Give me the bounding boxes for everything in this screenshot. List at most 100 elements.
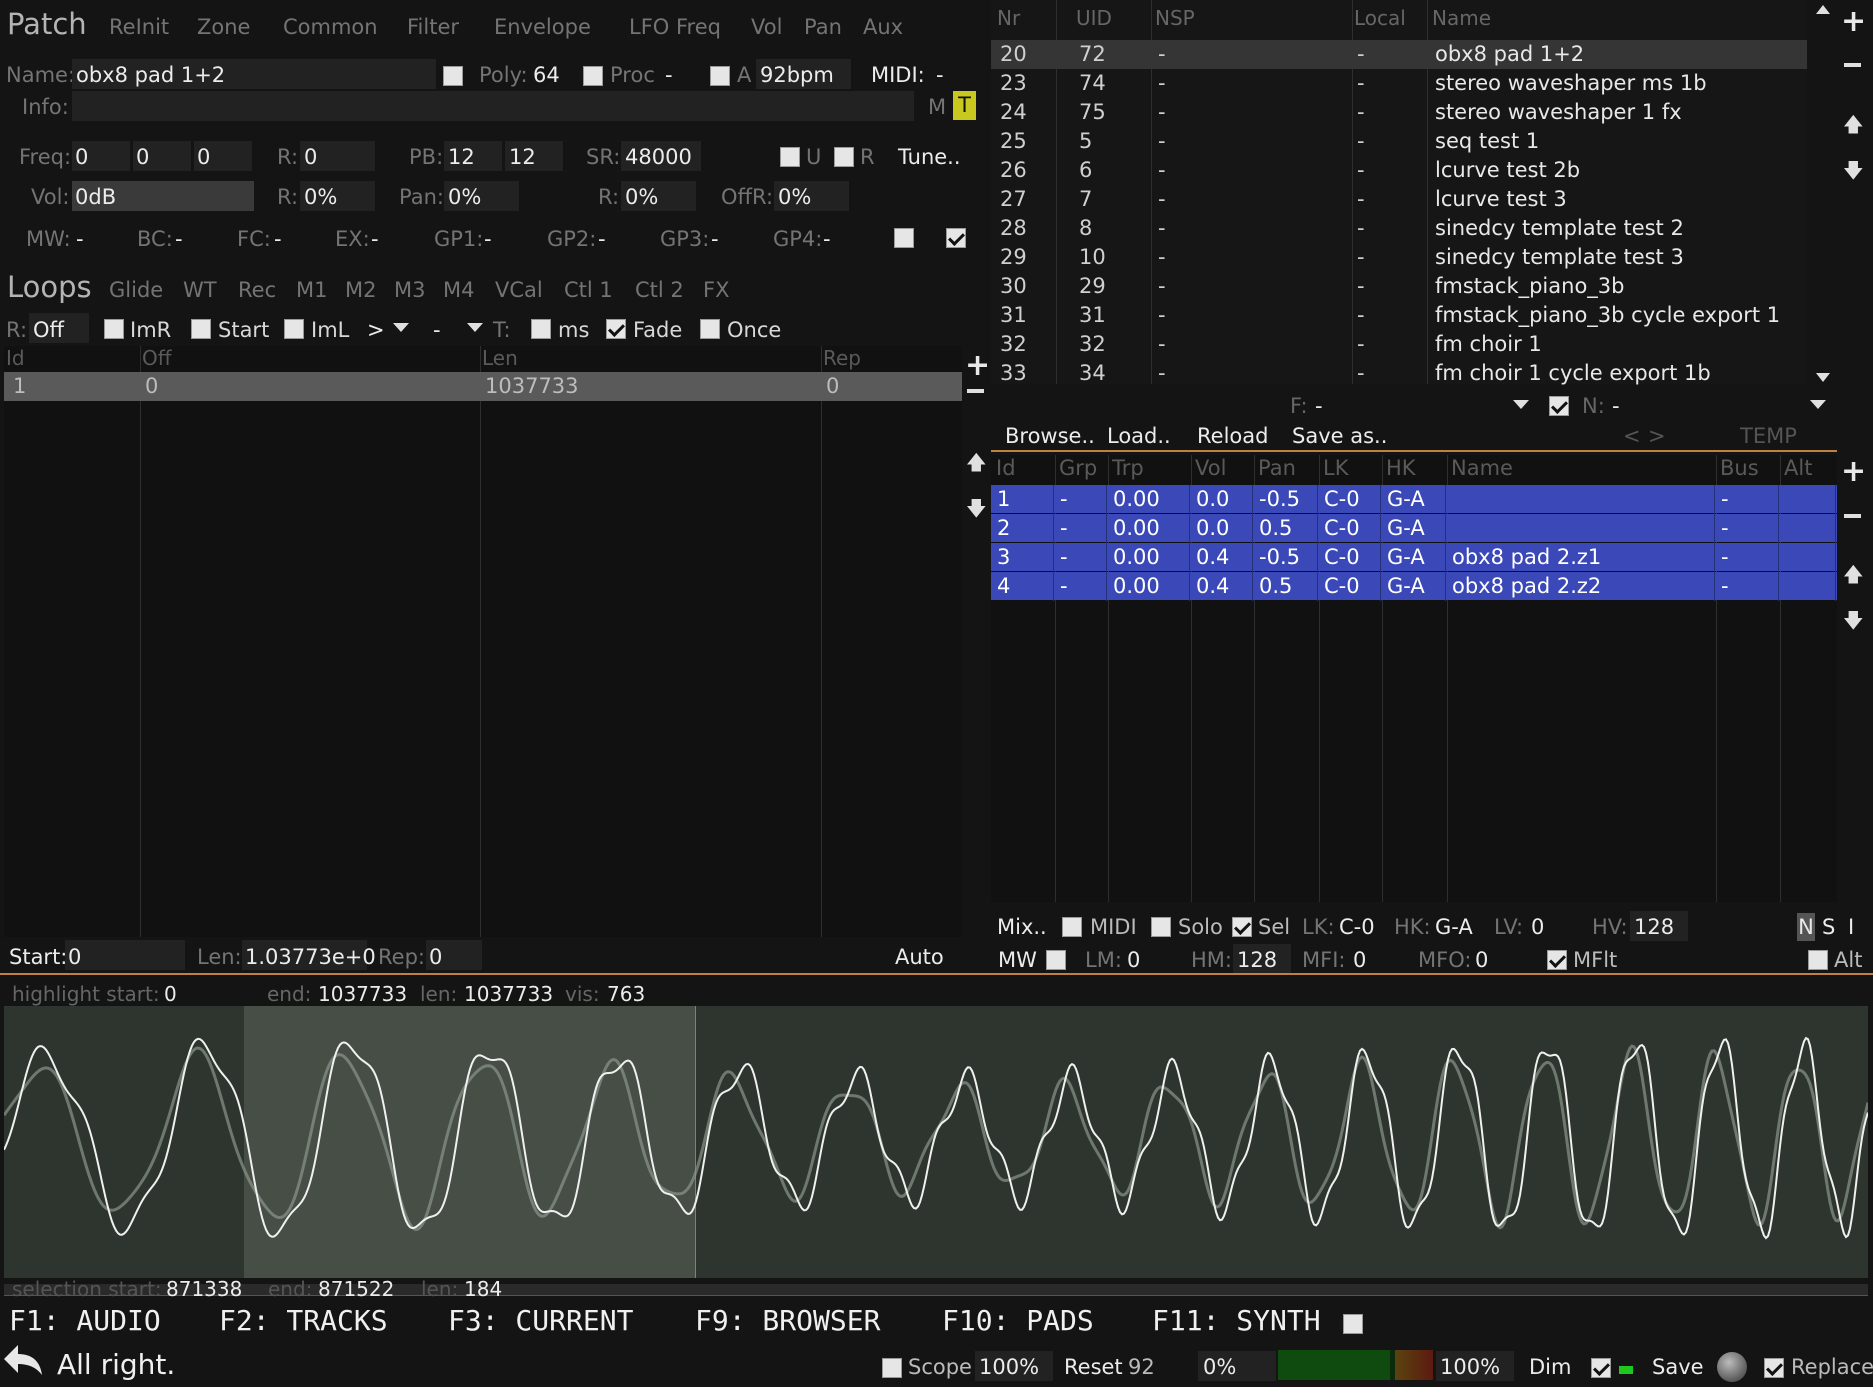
freq-r-field[interactable]: 0 (304, 145, 317, 169)
zone-down-icon[interactable]: 🡇 (1843, 606, 1864, 640)
n-toggle[interactable]: N (1797, 913, 1815, 941)
freq-field-3[interactable]: 0 (197, 145, 210, 169)
table-row[interactable]: 1-0.00 0.0 -0.5 C-0 G-A - (991, 485, 1837, 514)
browser-scroll-down-icon[interactable] (1816, 373, 1830, 382)
browser-add-icon[interactable]: + (1841, 4, 1866, 39)
bpm-field[interactable]: 92bpm (760, 63, 834, 87)
once-checkbox[interactable] (700, 319, 720, 339)
hk-value[interactable]: G-A (1435, 915, 1473, 939)
direction-value[interactable]: > (367, 318, 385, 342)
list-item[interactable]: 20 72 - - obx8 pad 1+2 (991, 40, 1807, 69)
pb-field-2[interactable]: 12 (509, 145, 536, 169)
start-checkbox[interactable] (191, 319, 211, 339)
tab-m2[interactable]: M2 (345, 278, 376, 302)
solo-checkbox[interactable] (1151, 917, 1171, 937)
next-button[interactable]: > (1648, 424, 1666, 448)
tab-zone[interactable]: Zone (197, 15, 250, 39)
iml-checkbox[interactable] (284, 319, 304, 339)
mw-checkbox[interactable] (1046, 950, 1066, 970)
list-item[interactable]: 25 5 - - seq test 1 (991, 127, 1807, 156)
poly-value[interactable]: 64 (533, 63, 560, 87)
highlight-len-value[interactable]: 1037733 (464, 982, 553, 1006)
imr-checkbox[interactable] (104, 319, 124, 339)
tab-aux[interactable]: Aux (863, 15, 903, 39)
browser-remove-icon[interactable] (1844, 63, 1861, 67)
s-toggle[interactable]: S (1822, 915, 1835, 939)
meter-pct-value[interactable]: 100% (1440, 1355, 1500, 1379)
tune-button[interactable]: Tune.. (898, 145, 961, 169)
gp1-mod-value[interactable]: - (484, 227, 492, 251)
mode-value[interactable]: - (433, 318, 441, 342)
ex-mod-value[interactable]: - (371, 227, 379, 251)
t-toggle[interactable]: T (953, 91, 976, 120)
pan-r-field[interactable]: 0% (625, 185, 658, 209)
f2-tracks-button[interactable]: F2: TRACKS (219, 1304, 388, 1337)
list-item[interactable]: 23 74 - - stereo waveshaper ms 1b (991, 69, 1807, 98)
load-button[interactable]: Load.. (1107, 424, 1171, 448)
highlight-end-value[interactable]: 1037733 (318, 982, 407, 1006)
browse-button[interactable]: Browse.. (1005, 424, 1095, 448)
auto-button[interactable]: Auto (895, 945, 944, 969)
gp3-mod-value[interactable]: - (711, 227, 719, 251)
scope-value[interactable]: 100% (979, 1355, 1039, 1379)
hm-value[interactable]: 128 (1237, 948, 1277, 972)
mfi-value[interactable]: 0 (1353, 948, 1366, 972)
list-item[interactable]: 29 10 - - sinedcy template test 3 (991, 243, 1807, 272)
table-row[interactable]: 4-0.00 0.4 0.5 C-0 G-A obx8 pad 2.z2- (991, 572, 1837, 601)
fc-mod-value[interactable]: - (274, 227, 282, 251)
browser-up-icon[interactable]: 🡅 (1843, 110, 1864, 144)
tab-glide[interactable]: Glide (109, 278, 163, 302)
f10-pads-button[interactable]: F10: PADS (942, 1304, 1094, 1337)
mode-dropdown-icon[interactable] (467, 323, 483, 332)
ms-checkbox[interactable] (531, 319, 551, 339)
name-checkbox[interactable] (443, 66, 463, 86)
midi-value[interactable]: - (936, 63, 944, 87)
tab-pan[interactable]: Pan (804, 15, 842, 39)
save-button[interactable]: Save (1652, 1355, 1704, 1379)
zone-up-icon[interactable]: 🡅 (1843, 560, 1864, 594)
f9-browser-button[interactable]: F9: BROWSER (695, 1304, 880, 1337)
zone-add-icon[interactable]: + (1841, 454, 1866, 489)
browser-down-icon[interactable]: 🡇 (1843, 156, 1864, 190)
mod-checkbox-2[interactable] (946, 228, 966, 248)
tab-lfo-freq[interactable]: LFO Freq (629, 15, 721, 39)
tab-wt[interactable]: WT (183, 278, 217, 302)
selection-end-value[interactable]: 871522 (318, 1277, 394, 1301)
save-as-button[interactable]: Save as.. (1292, 424, 1387, 448)
name-field[interactable]: obx8 pad 1+2 (76, 63, 225, 87)
zone-remove-icon[interactable] (1844, 514, 1861, 518)
loop-len-field[interactable]: 1.03773e+0 (245, 945, 376, 969)
loop-rep-field[interactable]: 0 (429, 945, 442, 969)
move-loop-up-icon[interactable]: 🡅 (966, 448, 987, 482)
table-row[interactable]: 3-0.00 0.4 -0.5 C-0 G-A obx8 pad 2.z1- (991, 543, 1837, 572)
n-value[interactable]: - (1612, 394, 1620, 418)
direction-dropdown-icon[interactable] (393, 323, 409, 332)
pct-value[interactable]: 0% (1203, 1355, 1236, 1379)
table-row[interactable]: 1 0 1037733 0 (4, 372, 962, 401)
a-checkbox[interactable] (710, 66, 730, 86)
tab-filter[interactable]: Filter (407, 15, 459, 39)
list-item[interactable]: 32 32 - - fm choir 1 (991, 330, 1807, 359)
mflt-checkbox[interactable] (1547, 950, 1567, 970)
proc-value[interactable]: - (665, 63, 673, 87)
tab-m4[interactable]: M4 (443, 278, 474, 302)
dim-button[interactable]: Dim (1529, 1355, 1571, 1379)
add-loop-icon[interactable]: + (965, 348, 990, 383)
tab-rec[interactable]: Rec (238, 278, 276, 302)
list-item[interactable]: 27 7 - - lcurve test 3 (991, 185, 1807, 214)
n-dropdown-icon[interactable] (1810, 400, 1826, 409)
mw-mod-value[interactable]: - (76, 227, 84, 251)
bc-mod-value[interactable]: - (175, 227, 183, 251)
gp2-mod-value[interactable]: - (598, 227, 606, 251)
scope-checkbox[interactable] (882, 1358, 902, 1378)
tab-vcal[interactable]: VCal (495, 278, 543, 302)
vol-r-field[interactable]: 0% (304, 185, 337, 209)
freq-field-1[interactable]: 0 (75, 145, 88, 169)
reload-button[interactable]: Reload (1197, 424, 1268, 448)
fade-checkbox[interactable] (606, 319, 626, 339)
save-knob-icon[interactable] (1717, 1352, 1747, 1382)
u-checkbox[interactable] (780, 147, 800, 167)
remove-loop-icon[interactable] (967, 389, 984, 393)
tab-ctl1[interactable]: Ctl 1 (564, 278, 613, 302)
alt-checkbox[interactable] (1808, 950, 1828, 970)
